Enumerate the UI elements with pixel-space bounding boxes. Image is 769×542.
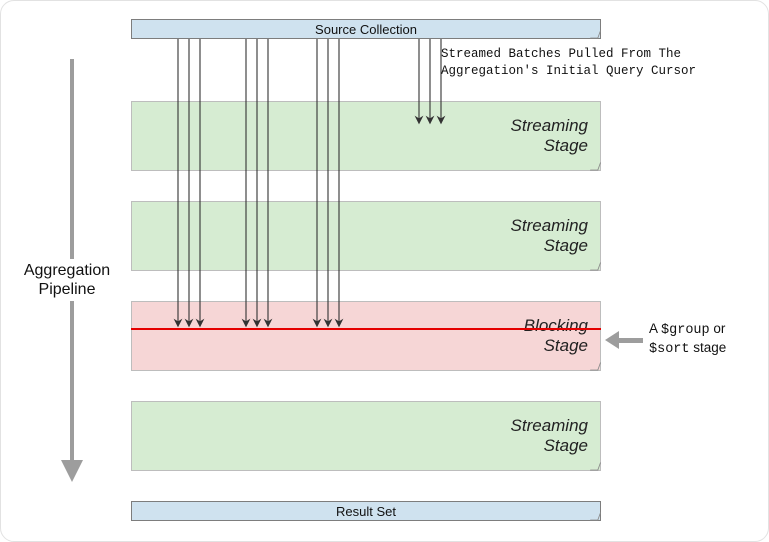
diagram-frame: Aggregation Pipeline Source Collection S… [0, 0, 769, 542]
source-collection-label: Source Collection [132, 22, 600, 37]
blocking-stage: Blocking Stage [131, 301, 601, 371]
streaming-stage-1-title: Streaming Stage [511, 116, 588, 156]
blocking-callout-arrow [605, 331, 643, 349]
result-set-label: Result Set [132, 504, 600, 519]
batch-note-line1: Streamed Batches Pulled From The [441, 47, 681, 61]
pipeline-label-line1: Aggregation [24, 262, 110, 279]
pipeline-label: Aggregation Pipeline [9, 259, 125, 301]
pipeline-label-line2: Pipeline [39, 281, 96, 298]
streaming-stage-2: Streaming Stage [131, 201, 601, 271]
streaming-stage-3-title: Streaming Stage [511, 416, 588, 456]
blocking-callout-text: A $group or $sort stage [649, 321, 764, 359]
batch-note: Streamed Batches Pulled From The Aggrega… [441, 46, 696, 80]
streaming-stage-3: Streaming Stage [131, 401, 601, 471]
streaming-stage-1: Streaming Stage [131, 101, 601, 171]
blocking-stage-title: Blocking Stage [524, 316, 588, 356]
source-collection-band: Source Collection [131, 19, 601, 39]
streaming-stage-2-title: Streaming Stage [511, 216, 588, 256]
blocking-red-line [131, 328, 601, 330]
result-set-band: Result Set [131, 501, 601, 521]
batch-note-line2: Aggregation's Initial Query Cursor [441, 64, 696, 78]
